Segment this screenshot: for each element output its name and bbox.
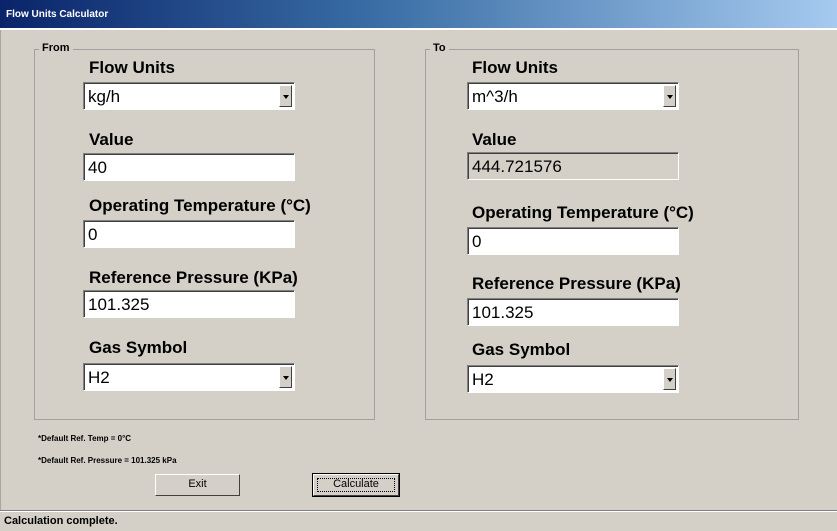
from-pressure-label: Reference Pressure (KPa) <box>89 268 298 287</box>
from-flow-units-label: Flow Units <box>89 58 175 77</box>
from-pressure-input[interactable]: 101.325 <box>83 290 295 318</box>
to-gas-symbol-label: Gas Symbol <box>472 340 571 359</box>
from-value-label: Value <box>89 130 134 149</box>
from-flow-units-value: kg/h <box>88 87 121 106</box>
to-temperature-label: Operating Temperature (°C) <box>472 203 694 222</box>
title-bar: Flow Units Calculator <box>0 0 837 30</box>
chevron-down-icon[interactable] <box>663 85 676 107</box>
from-value-input[interactable]: 40 <box>83 153 295 181</box>
default-pressure-note: *Default Ref. Pressure = 101.325 kPa <box>38 456 177 465</box>
to-flow-units-select[interactable]: m^3/h <box>467 82 679 110</box>
window-title: Flow Units Calculator <box>6 9 109 20</box>
to-group-legend: To <box>430 42 449 54</box>
to-pressure-input[interactable]: 101.325 <box>467 298 679 326</box>
from-gas-symbol-label: Gas Symbol <box>89 338 188 357</box>
from-temperature-label: Operating Temperature (°C) <box>89 196 311 215</box>
chevron-down-icon[interactable] <box>279 366 292 388</box>
default-temp-note: *Default Ref. Temp = 0°C <box>38 434 132 443</box>
chevron-down-icon[interactable] <box>279 85 292 107</box>
calculator-window: From Flow Units kg/h Value 40 Operating … <box>0 30 837 510</box>
from-gas-symbol-select[interactable]: H2 <box>83 363 295 391</box>
to-flow-units-value: m^3/h <box>472 87 518 106</box>
from-group-legend: From <box>39 42 73 54</box>
to-value-label: Value <box>472 130 517 149</box>
to-pressure-label: Reference Pressure (KPa) <box>472 274 681 293</box>
focus-rectangle <box>317 478 395 492</box>
to-gas-symbol-select[interactable]: H2 <box>467 365 679 393</box>
to-gas-symbol-value: H2 <box>472 370 494 389</box>
from-gas-symbol-value: H2 <box>88 368 110 387</box>
to-flow-units-label: Flow Units <box>472 58 558 77</box>
calculate-button[interactable]: Calculate <box>312 473 400 497</box>
chevron-down-icon[interactable] <box>663 368 676 390</box>
status-text: Calculation complete. <box>4 515 118 527</box>
status-bar: Calculation complete. <box>0 510 837 531</box>
to-value-output: 444.721576 <box>467 152 679 180</box>
to-temperature-input[interactable]: 0 <box>467 227 679 255</box>
from-temperature-input[interactable]: 0 <box>83 220 295 248</box>
exit-button[interactable]: Exit <box>155 474 240 496</box>
from-flow-units-select[interactable]: kg/h <box>83 82 295 110</box>
